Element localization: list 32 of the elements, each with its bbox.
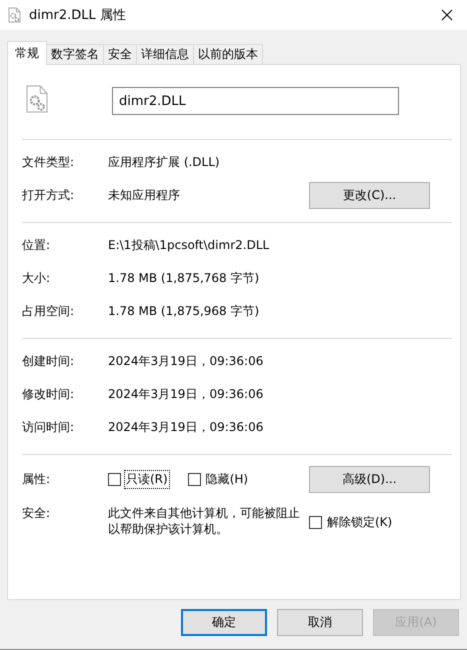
close-icon: [441, 9, 453, 21]
field-label: 大小:: [22, 270, 52, 287]
field-label: 文件类型:: [22, 154, 76, 171]
field-label: 修改时间:: [22, 386, 76, 403]
field-value: 1.78 MB (1,875,768 字节): [108, 270, 260, 287]
dialog-button[interactable]: 取消: [277, 609, 363, 636]
file-gear-icon: [26, 85, 48, 113]
field-label: 安全:: [22, 505, 52, 522]
field-value: 应用程序扩展 (.DLL): [108, 154, 221, 171]
field-value: 2024年3月19日，09:36:06: [108, 353, 264, 370]
field-label: 属性:: [22, 470, 52, 488]
change-button[interactable]: 更改(C)...: [309, 182, 430, 209]
field-value: E:\1投稿\1pcsoft\dimr2.DLL: [108, 237, 270, 254]
tab[interactable]: 常规: [7, 41, 47, 65]
field-label: 访问时间:: [22, 419, 76, 436]
field-value: 未知应用程序: [108, 187, 181, 204]
checkbox[interactable]: 解除锁定(K): [309, 513, 394, 532]
field-label: 打开方式:: [22, 187, 76, 204]
checkbox[interactable]: 隐藏(H): [188, 470, 250, 488]
name-field[interactable]: dimr2.DLL: [112, 87, 399, 115]
field-label: 位置:: [22, 237, 52, 254]
field-value: 2024年3月19日，09:36:06: [108, 386, 264, 403]
dialog-button[interactable]: 确定: [181, 609, 267, 636]
security-note: 此文件来自其他计算机，可能被阻止以帮助保护该计算机。: [108, 505, 301, 537]
field-label: 占用空间:: [22, 303, 76, 320]
advanced-button[interactable]: 高级(D)...: [309, 466, 430, 492]
field-value: 2024年3月19日，09:36:06: [108, 419, 264, 436]
file-gear-icon: [8, 7, 21, 23]
window-title: dimr2.DLL 属性: [29, 7, 127, 24]
field-label: 创建时间:: [22, 353, 76, 370]
tab[interactable]: 以前的版本: [193, 44, 263, 64]
field-value: 1.78 MB (1,875,968 字节): [108, 303, 260, 320]
